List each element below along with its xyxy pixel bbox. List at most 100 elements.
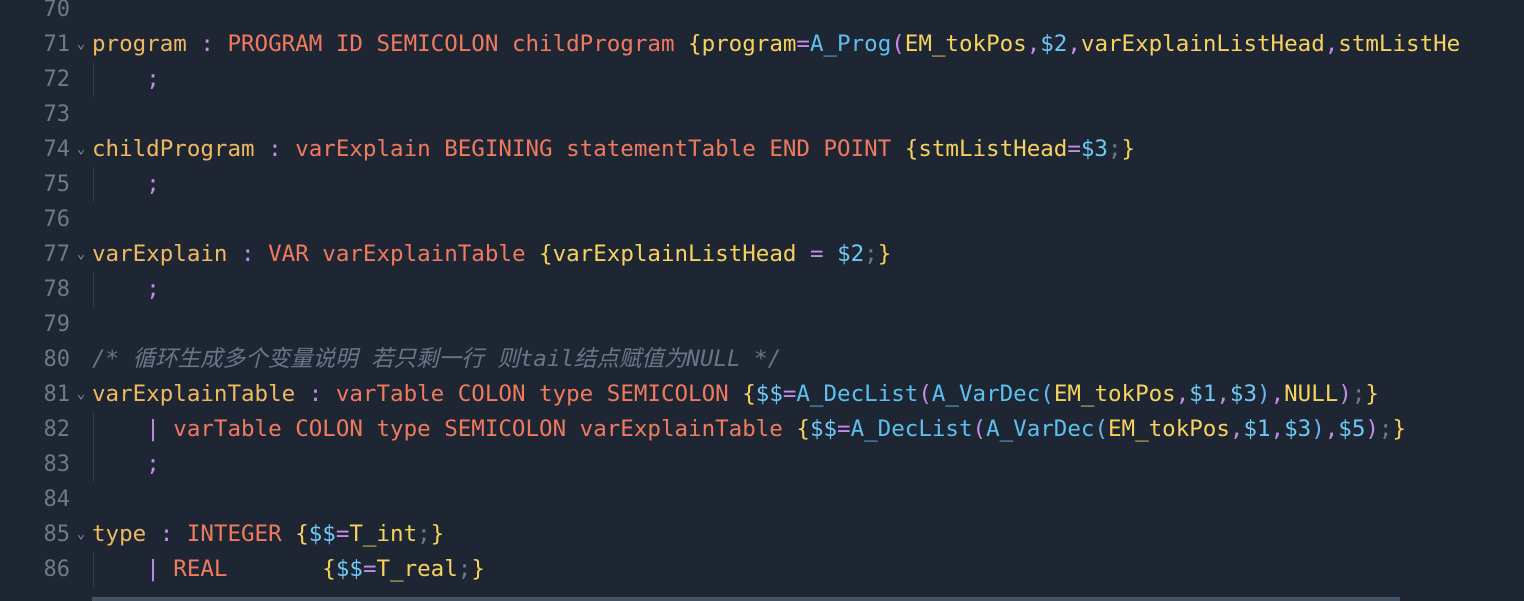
chevron-down-icon[interactable]: ⌄ [74, 377, 88, 412]
code-token: $$ [755, 381, 783, 407]
code-token: = [1067, 136, 1081, 162]
horizontal-scrollbar[interactable] [92, 597, 1400, 601]
code-line[interactable]: 71 ⌄ program : PROGRAM ID SEMICOLON childP… [0, 27, 1524, 62]
chevron-down-icon[interactable]: ⌄ [74, 517, 88, 552]
code-token: $1 [1189, 381, 1217, 407]
code-text: varExplain : VAR varExplainTable {varExp… [92, 237, 891, 272]
code-token: $2 [1040, 31, 1068, 57]
code-line[interactable]: 72 ; [0, 62, 1524, 97]
code-token: EM_tokPos [1107, 416, 1230, 442]
code-line[interactable]: 82 | varTable COLON type SEMICOLON varEx… [0, 412, 1524, 447]
code-token: REAL [173, 556, 323, 582]
code-line[interactable]: 74 ⌄ childProgram : varExplain BEGINING st… [0, 132, 1524, 167]
line-number: 80 [43, 347, 71, 372]
code-editor[interactable]: 70 71 ⌄ program : PROGRAM ID SEMICOLON chil… [0, 0, 1524, 601]
code-line[interactable]: 79 [0, 307, 1524, 342]
code-token: } [430, 521, 445, 547]
code-token: , [1175, 381, 1190, 407]
code-token: varExplainListHead [552, 241, 810, 267]
code-line[interactable]: 80 /* 循环生成多个变量说明 若只剩一行 则tail结点赋值为NULL */ [0, 342, 1524, 377]
code-token: = [837, 416, 851, 442]
line-number: 77 [43, 242, 71, 267]
code-token: , [1324, 31, 1339, 57]
chevron-down-icon[interactable]: ⌄ [74, 27, 88, 62]
line-number: 74 [43, 137, 71, 162]
code-token: , [1026, 31, 1041, 57]
code-token: $1 [1243, 416, 1271, 442]
code-token: $3 [1229, 381, 1258, 407]
code-token: ) [1311, 416, 1325, 442]
code-token: ; [146, 66, 160, 92]
code-token: { [904, 136, 919, 162]
code-token: ( [972, 416, 987, 442]
line-number: 79 [43, 312, 71, 337]
code-token: A_VarDec [986, 416, 1095, 442]
code-text: ; [92, 167, 160, 202]
code-token: ( [891, 31, 905, 57]
code-line[interactable]: 84 [0, 482, 1524, 517]
code-lines: 70 71 ⌄ program : PROGRAM ID SEMICOLON chil… [0, 0, 1524, 587]
indent-guide [93, 447, 94, 482]
code-line[interactable]: 73 [0, 97, 1524, 132]
code-token: $2 [837, 241, 865, 267]
code-token: ; [417, 521, 431, 547]
code-token: ; [864, 241, 878, 267]
line-number: 82 [43, 417, 71, 442]
code-line[interactable]: 77 ⌄ varExplain : VAR varExplainTable {var… [0, 237, 1524, 272]
code-token: | [146, 416, 174, 442]
code-token: } [1121, 136, 1136, 162]
code-token: ; [457, 556, 472, 582]
code-token: { [539, 241, 553, 267]
code-token: | [146, 556, 174, 582]
code-token: ( [918, 381, 932, 407]
chevron-down-icon[interactable]: ⌄ [74, 237, 88, 272]
code-token: varTable COLON type SEMICOLON [335, 381, 743, 407]
code-line[interactable]: 78 ; [0, 272, 1524, 307]
code-token: A_VarDec [931, 381, 1041, 407]
code-text: program : PROGRAM ID SEMICOLON childProg… [92, 27, 1460, 62]
code-token: varExplain [92, 241, 228, 267]
code-token: $$ [335, 556, 363, 582]
code-token: A_Prog [809, 31, 892, 57]
code-token: : [295, 381, 336, 407]
code-line[interactable]: 86 | REAL {$$=T_real;} [0, 552, 1524, 587]
code-token: stmListHe [1338, 31, 1461, 57]
code-token: $$ [809, 416, 838, 442]
code-token: varTable COLON type SEMICOLON varExplain… [173, 416, 797, 442]
code-text: ; [92, 62, 160, 97]
line-number: 86 [43, 557, 71, 582]
code-token: { [688, 31, 702, 57]
line-number: 81 [43, 382, 71, 407]
code-token: ; [146, 451, 160, 477]
code-token: ( [1040, 381, 1054, 407]
code-token: = [362, 556, 377, 582]
code-line[interactable]: 75 ; [0, 167, 1524, 202]
line-number: 73 [43, 102, 71, 127]
code-line[interactable]: 70 [0, 0, 1524, 27]
code-line[interactable]: 83 ; [0, 447, 1524, 482]
code-token: } [1392, 416, 1407, 442]
line-number: 83 [43, 452, 71, 477]
code-token: EM_tokPos [904, 31, 1027, 57]
line-number: 84 [43, 487, 71, 512]
code-token: } [1365, 381, 1379, 407]
code-line[interactable]: 85 ⌄ type : INTEGER {$$=T_int;} [0, 517, 1524, 552]
line-number: 75 [43, 172, 71, 197]
chevron-down-icon[interactable]: ⌄ [74, 132, 88, 167]
code-token: T_real [376, 556, 458, 582]
code-line[interactable]: 81 ⌄ varExplainTable : varTable COLON type… [0, 377, 1524, 412]
code-token: , [1229, 416, 1244, 442]
code-token: PROGRAM ID SEMICOLON childProgram [227, 31, 689, 57]
code-token: ; [1351, 381, 1366, 407]
code-token: , [1324, 416, 1339, 442]
line-number: 85 [43, 522, 71, 547]
code-text: type : INTEGER {$$=T_int;} [92, 517, 444, 552]
code-line[interactable]: 76 [0, 202, 1524, 237]
code-token: { [295, 521, 309, 547]
code-token: type [92, 521, 147, 547]
